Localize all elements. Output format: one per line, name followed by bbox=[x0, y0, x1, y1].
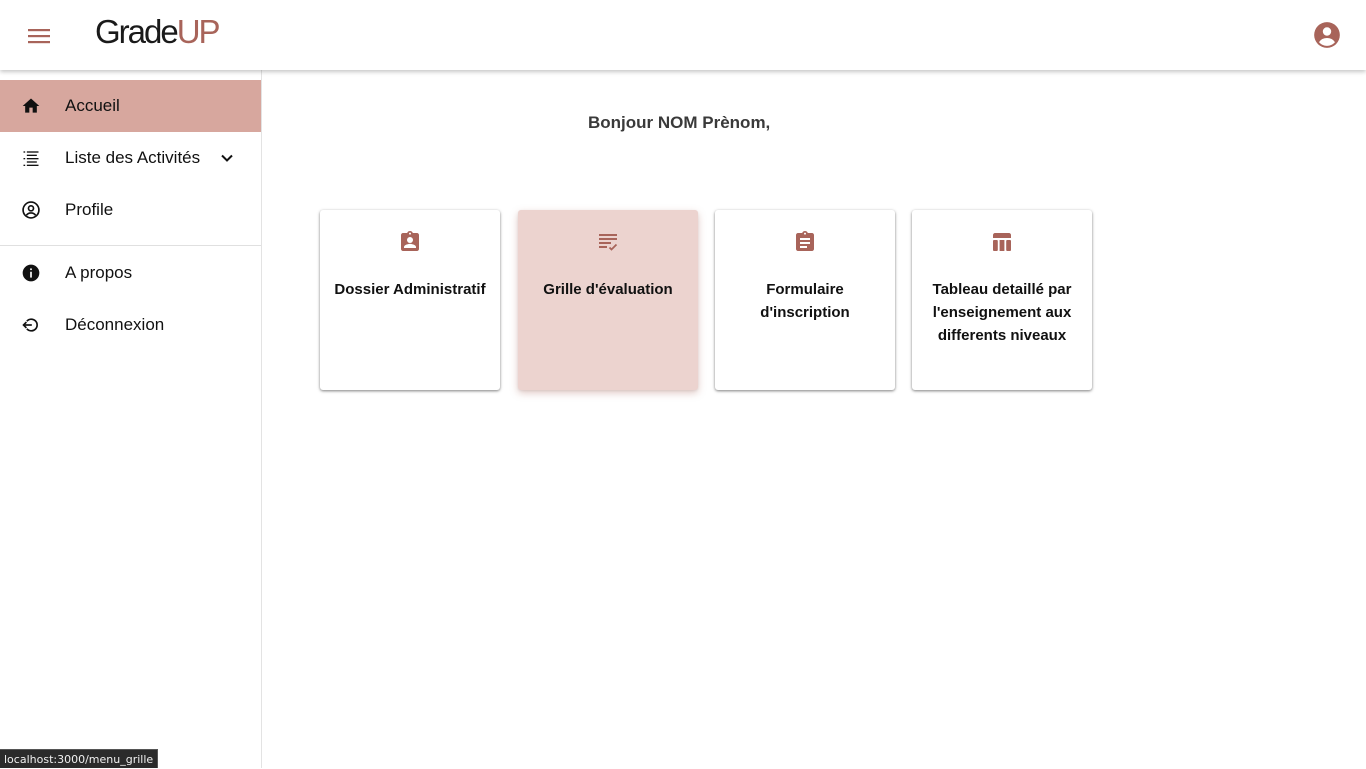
chevron-down-icon[interactable] bbox=[217, 148, 237, 168]
checklist-icon bbox=[596, 230, 620, 254]
card-label: Dossier Administratif bbox=[334, 281, 486, 298]
menu-icon[interactable] bbox=[22, 19, 56, 53]
assignment-icon bbox=[793, 230, 817, 254]
browser-status-url: localhost:3000/menu_grille bbox=[0, 749, 159, 768]
sidebar-divider bbox=[0, 245, 261, 246]
card-label: Tableau detaillé par l'enseignement aux … bbox=[932, 281, 1072, 344]
sidebar-item-liste-activites[interactable]: Liste des Activités bbox=[0, 132, 261, 184]
logo-accent-text: UP bbox=[176, 13, 221, 50]
top-app-bar: Grade UP bbox=[0, 0, 1366, 70]
table-chart-icon bbox=[990, 230, 1014, 254]
sidebar-item-a-propos[interactable]: A propos bbox=[0, 247, 261, 299]
home-icon bbox=[21, 96, 41, 116]
sidebar: Accueil Liste des Activités Profile A pr… bbox=[0, 70, 262, 768]
card-tableau-detaille[interactable]: Tableau detaillé par l'enseignement aux … bbox=[912, 210, 1092, 390]
card-dossier-administratif[interactable]: Dossier Administratif bbox=[320, 210, 500, 390]
sidebar-item-label: Liste des Activités bbox=[65, 148, 201, 167]
logout-icon bbox=[21, 315, 41, 335]
sidebar-item-label: Accueil bbox=[65, 96, 120, 115]
card-label: Grille d'évaluation bbox=[543, 281, 673, 298]
app-logo[interactable]: Grade UP bbox=[95, 12, 221, 52]
card-formulaire-inscription[interactable]: Formulaire d'inscription bbox=[715, 210, 895, 390]
sidebar-item-label: Profile bbox=[65, 200, 114, 219]
sidebar-item-label: A propos bbox=[65, 263, 133, 282]
sidebar-item-profile[interactable]: Profile bbox=[0, 184, 261, 236]
list-icon bbox=[21, 148, 41, 168]
account-circle-outline-icon bbox=[21, 200, 41, 220]
card-grille-evaluation[interactable]: Grille d'évaluation bbox=[518, 210, 698, 390]
account-circle-icon[interactable] bbox=[1313, 21, 1341, 49]
sidebar-item-label: Déconnexion bbox=[65, 315, 165, 334]
card-label: Formulaire d'inscription bbox=[760, 281, 850, 321]
logo-main-text: Grade bbox=[95, 13, 179, 50]
greeting-text: Bonjour NOM Prènom, bbox=[588, 113, 771, 132]
sidebar-item-accueil[interactable]: Accueil bbox=[0, 80, 261, 132]
assignment-ind-icon bbox=[398, 230, 422, 254]
sidebar-item-deconnexion[interactable]: Déconnexion bbox=[0, 299, 261, 351]
info-icon bbox=[21, 263, 41, 283]
